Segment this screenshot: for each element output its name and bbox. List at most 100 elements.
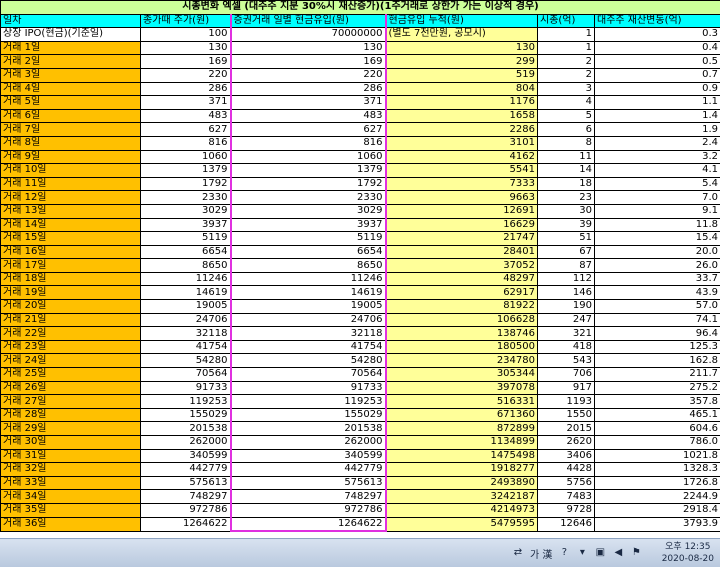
cell-daily-inflow[interactable]: 32118 <box>231 327 386 341</box>
cell-close-price[interactable]: 972786 <box>141 503 231 517</box>
clock[interactable]: 오후 12:35 2020-08-20 <box>662 541 714 565</box>
cell-owner-wealth[interactable]: 275.2 <box>595 381 720 395</box>
cell-close-price[interactable]: 3029 <box>141 204 231 218</box>
cell-close-price[interactable]: 3937 <box>141 218 231 232</box>
cell-daily-inflow[interactable]: 24706 <box>231 313 386 327</box>
cell-close-price[interactable]: 14619 <box>141 286 231 300</box>
cell-market-cap[interactable]: 706 <box>538 368 595 382</box>
cell-daily-inflow[interactable]: 340599 <box>231 449 386 463</box>
cell-close-price[interactable]: 19005 <box>141 300 231 314</box>
cell-close-price[interactable]: 816 <box>141 136 231 150</box>
cell-owner-wealth[interactable]: 9.1 <box>595 204 720 218</box>
cell-daily-inflow[interactable]: 220 <box>231 68 386 82</box>
cell-cum-inflow[interactable]: 12691 <box>386 204 538 218</box>
cell-owner-wealth[interactable]: 357.8 <box>595 395 720 409</box>
cell-cum-inflow[interactable]: 1176 <box>386 96 538 110</box>
cell-market-cap[interactable]: 87 <box>538 259 595 273</box>
cell-owner-wealth[interactable]: 2244.9 <box>595 490 720 504</box>
cell-cum-inflow[interactable]: 180500 <box>386 340 538 354</box>
cell-owner-wealth[interactable]: 0.5 <box>595 55 720 69</box>
cell-day-label[interactable]: 거래 11일 <box>1 177 141 191</box>
cell-daily-inflow[interactable]: 130 <box>231 41 386 55</box>
cell-day-label[interactable]: 거래 3일 <box>1 68 141 82</box>
cell-close-price[interactable]: 24706 <box>141 313 231 327</box>
cell-close-price[interactable]: 627 <box>141 123 231 137</box>
cell-close-price[interactable]: 442779 <box>141 463 231 477</box>
cell-cum-inflow[interactable]: 519 <box>386 68 538 82</box>
cell-cum-inflow[interactable]: 62917 <box>386 286 538 300</box>
cell-cum-inflow[interactable]: 5541 <box>386 164 538 178</box>
cell-market-cap[interactable]: 3 <box>538 82 595 96</box>
cell-owner-wealth[interactable]: 0.7 <box>595 68 720 82</box>
cell-daily-inflow[interactable]: 627 <box>231 123 386 137</box>
cell-cum-inflow[interactable]: 21747 <box>386 232 538 246</box>
cell-market-cap[interactable]: 190 <box>538 300 595 314</box>
cell-owner-wealth[interactable]: 125.3 <box>595 340 720 354</box>
cell-owner-wealth[interactable]: 57.0 <box>595 300 720 314</box>
cell-owner-wealth[interactable]: 15.4 <box>595 232 720 246</box>
cell-daily-inflow[interactable]: 1264622 <box>231 517 386 531</box>
cell-day-label[interactable]: 거래 2일 <box>1 55 141 69</box>
cell-daily-inflow[interactable]: 483 <box>231 109 386 123</box>
cell-market-cap[interactable]: 30 <box>538 204 595 218</box>
cell-close-price[interactable]: 340599 <box>141 449 231 463</box>
cell-day-label[interactable]: 거래 21일 <box>1 313 141 327</box>
speaker-icon[interactable]: ◀ <box>612 547 624 559</box>
cell-cum-inflow[interactable]: 305344 <box>386 368 538 382</box>
cell-cum-inflow[interactable]: 299 <box>386 55 538 69</box>
cell-day-label[interactable]: 거래 15일 <box>1 232 141 246</box>
cell-daily-inflow[interactable]: 155029 <box>231 408 386 422</box>
cell-daily-inflow[interactable]: 3937 <box>231 218 386 232</box>
cell-day-label[interactable]: 거래 13일 <box>1 204 141 218</box>
cell-close-price[interactable]: 201538 <box>141 422 231 436</box>
cell-close-price[interactable]: 286 <box>141 82 231 96</box>
cell-daily-inflow[interactable]: 748297 <box>231 490 386 504</box>
ime-indicator[interactable]: 가 漢 <box>530 546 552 561</box>
help-icon[interactable]: ? <box>558 547 570 559</box>
cell-day-label[interactable]: 거래 35일 <box>1 503 141 517</box>
cell-market-cap[interactable]: 1193 <box>538 395 595 409</box>
cell-owner-wealth[interactable]: 1.9 <box>595 123 720 137</box>
cell-owner-wealth[interactable]: 96.4 <box>595 327 720 341</box>
cell-cum-inflow[interactable]: 2286 <box>386 123 538 137</box>
cell-day-label[interactable]: 거래 23일 <box>1 340 141 354</box>
cell-cum-inflow[interactable]: 3242187 <box>386 490 538 504</box>
cell-owner-wealth[interactable]: 1.4 <box>595 109 720 123</box>
cell-daily-inflow[interactable]: 169 <box>231 55 386 69</box>
cell-market-cap[interactable]: 2620 <box>538 436 595 450</box>
cell-cum-inflow[interactable]: 5479595 <box>386 517 538 531</box>
cell-owner-wealth[interactable]: 1328.3 <box>595 463 720 477</box>
cell-close-price[interactable]: 1060 <box>141 150 231 164</box>
cell-daily-inflow[interactable]: 575613 <box>231 476 386 490</box>
cell-cum-inflow[interactable]: 28401 <box>386 245 538 259</box>
cell-day-label[interactable]: 거래 36일 <box>1 517 141 531</box>
cell-daily-inflow[interactable]: 201538 <box>231 422 386 436</box>
cell-cum-inflow[interactable]: 9663 <box>386 191 538 205</box>
cell-cum-inflow[interactable]: 397078 <box>386 381 538 395</box>
cell-market-cap[interactable]: 23 <box>538 191 595 205</box>
cell-owner-wealth[interactable]: 162.8 <box>595 354 720 368</box>
cell-market-cap[interactable]: 4428 <box>538 463 595 477</box>
sheet-title[interactable]: 시총변화 엑셀 (대주주 지분 30%시 재산증가)(1주거래로 상한가 가는 … <box>1 1 720 15</box>
cell-close-price[interactable]: 11246 <box>141 272 231 286</box>
cell-market-cap[interactable]: 67 <box>538 245 595 259</box>
cell-owner-wealth[interactable]: 26.0 <box>595 259 720 273</box>
cell-cum-inflow[interactable]: 37052 <box>386 259 538 273</box>
cell-owner-wealth[interactable]: 1.1 <box>595 96 720 110</box>
cell-owner-wealth[interactable]: 1726.8 <box>595 476 720 490</box>
cell-owner-wealth[interactable]: 7.0 <box>595 191 720 205</box>
cell-owner-wealth[interactable]: 465.1 <box>595 408 720 422</box>
cell-owner-wealth[interactable]: 211.7 <box>595 368 720 382</box>
cell-day-label[interactable]: 거래 28일 <box>1 408 141 422</box>
cell-day-label[interactable]: 거래 25일 <box>1 368 141 382</box>
cell-close-price[interactable]: 1792 <box>141 177 231 191</box>
cell-day-label[interactable]: 거래 24일 <box>1 354 141 368</box>
cell-daily-inflow[interactable]: 1060 <box>231 150 386 164</box>
cell-owner-wealth[interactable]: 3.2 <box>595 150 720 164</box>
cell-market-cap[interactable]: 9728 <box>538 503 595 517</box>
cell-day-label[interactable]: 거래 30일 <box>1 436 141 450</box>
cell-close-price[interactable]: 155029 <box>141 408 231 422</box>
cell-cum-inflow[interactable]: 872899 <box>386 422 538 436</box>
cell-daily-inflow[interactable]: 5119 <box>231 232 386 246</box>
cell-day-label[interactable]: 거래 9일 <box>1 150 141 164</box>
